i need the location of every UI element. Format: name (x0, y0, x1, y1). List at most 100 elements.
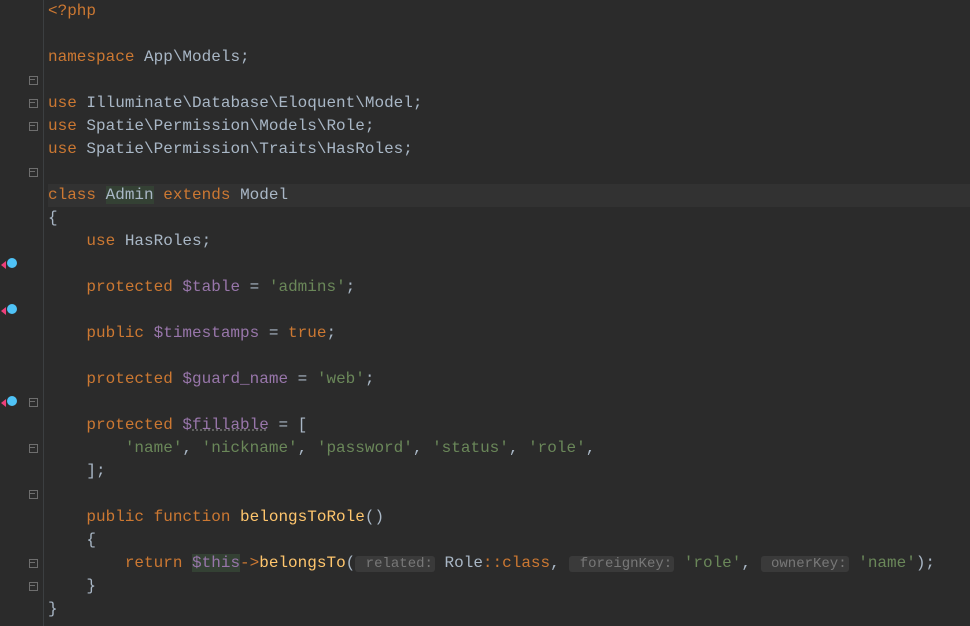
code-line[interactable]: use Illuminate\Database\Eloquent\Model; (48, 92, 970, 115)
code-line[interactable]: use Spatie\Permission\Models\Role; (48, 115, 970, 138)
fold-marker-icon[interactable] (29, 168, 39, 178)
code-line[interactable]: return $this->belongsTo( related: Role::… (48, 552, 970, 575)
code-line[interactable]: 'name', 'nickname', 'password', 'status'… (48, 437, 970, 460)
code-line[interactable]: { (48, 207, 970, 230)
paren-close: ); (916, 554, 935, 572)
code-line[interactable] (48, 391, 970, 414)
override-icon[interactable] (2, 395, 18, 411)
comma: , (550, 554, 569, 572)
code-editor[interactable]: <?php namespace App\Models; use Illumina… (0, 0, 970, 626)
string-name: 'name' (125, 439, 183, 457)
code-line[interactable]: } (48, 575, 970, 598)
function-name: belongsToRole (230, 508, 364, 526)
string-web: 'web' (317, 370, 365, 388)
semicolon: ; (365, 370, 375, 388)
brace-open: { (48, 209, 58, 227)
override-icon[interactable] (2, 257, 18, 273)
keyword-use: use (48, 117, 77, 135)
gutter-row (0, 184, 43, 207)
keyword-return: return (125, 554, 183, 572)
semicolon: ; (326, 324, 336, 342)
code-line[interactable] (48, 161, 970, 184)
code-line[interactable]: ]; (48, 460, 970, 483)
keyword-protected: protected (86, 370, 172, 388)
param-hint-related: related: (355, 556, 435, 572)
method-belongsTo: belongsTo (259, 554, 345, 572)
variable-fillable: fillable (192, 416, 269, 434)
gutter-row (0, 345, 43, 368)
gutter-row (0, 322, 43, 345)
comma: , (586, 439, 596, 457)
code-line[interactable]: use Spatie\Permission\Traits\HasRoles; (48, 138, 970, 161)
gutter-row (0, 207, 43, 230)
param-hint-ownerKey: ownerKey: (761, 556, 849, 572)
gutter-row (0, 299, 43, 322)
fold-marker-icon[interactable] (29, 582, 39, 592)
gutter-row (0, 230, 43, 253)
gutter-row (0, 414, 43, 437)
variable-timestamps: $timestamps (144, 324, 259, 342)
keyword-use: use (48, 94, 77, 112)
equals: = (259, 324, 288, 342)
code-line[interactable]: protected $table = 'admins'; (48, 276, 970, 299)
gutter-row (0, 23, 43, 46)
keyword-extends: extends (163, 186, 230, 204)
code-line[interactable] (48, 345, 970, 368)
code-line[interactable]: <?php (48, 0, 970, 23)
code-line[interactable]: } (48, 598, 970, 621)
keyword-protected: protected (86, 278, 172, 296)
comma: , (741, 554, 760, 572)
gutter-row (0, 552, 43, 575)
use-path: Spatie\Permission\Models\Role; (77, 117, 375, 135)
override-icon[interactable] (2, 303, 18, 319)
fold-marker-icon[interactable] (29, 398, 39, 408)
equals: = (240, 278, 269, 296)
comma: , (413, 439, 432, 457)
fold-marker-icon[interactable] (29, 76, 39, 86)
variable-table: $table (173, 278, 240, 296)
comma: , (182, 439, 201, 457)
keyword-class-const: class (502, 554, 550, 572)
code-line[interactable] (48, 299, 970, 322)
fold-marker-icon[interactable] (29, 99, 39, 109)
semicolon: ; (346, 278, 356, 296)
code-area[interactable]: <?php namespace App\Models; use Illumina… (44, 0, 970, 626)
class-name: Admin (106, 186, 154, 204)
paren-open: ( (346, 554, 356, 572)
code-line[interactable] (48, 253, 970, 276)
gutter-row (0, 69, 43, 92)
fold-marker-icon[interactable] (29, 444, 39, 454)
code-line-current[interactable]: class Admin extends Model (48, 184, 970, 207)
code-line[interactable]: public $timestamps = true; (48, 322, 970, 345)
fold-marker-icon[interactable] (29, 490, 39, 500)
code-line[interactable]: namespace App\Models; (48, 46, 970, 69)
string-role: 'role' (674, 554, 741, 572)
gutter-row (0, 437, 43, 460)
brace-open: { (86, 531, 96, 549)
code-line[interactable]: public function belongsToRole() (48, 506, 970, 529)
code-line[interactable]: { (48, 529, 970, 552)
string-role: 'role' (528, 439, 586, 457)
keyword-public: public (86, 324, 144, 342)
code-line[interactable] (48, 23, 970, 46)
use-path: Illuminate\Database\Eloquent\Model; (77, 94, 423, 112)
gutter-row (0, 483, 43, 506)
fold-marker-icon[interactable] (29, 559, 39, 569)
code-line[interactable]: protected $guard_name = 'web'; (48, 368, 970, 391)
fold-marker-icon[interactable] (29, 122, 39, 132)
gutter-row (0, 506, 43, 529)
code-line[interactable]: protected $fillable = [ (48, 414, 970, 437)
class-role: Role (435, 554, 483, 572)
parent-class: Model (230, 186, 288, 204)
gutter-row (0, 253, 43, 276)
equals-bracket: = [ (269, 416, 307, 434)
code-line[interactable] (48, 69, 970, 92)
gutter-row (0, 115, 43, 138)
keyword-class: class (48, 186, 96, 204)
parens: () (365, 508, 384, 526)
gutter-row (0, 529, 43, 552)
code-line[interactable]: use HasRoles; (48, 230, 970, 253)
code-line[interactable] (48, 483, 970, 506)
string-name: 'name' (849, 554, 916, 572)
trait-name: HasRoles; (115, 232, 211, 250)
